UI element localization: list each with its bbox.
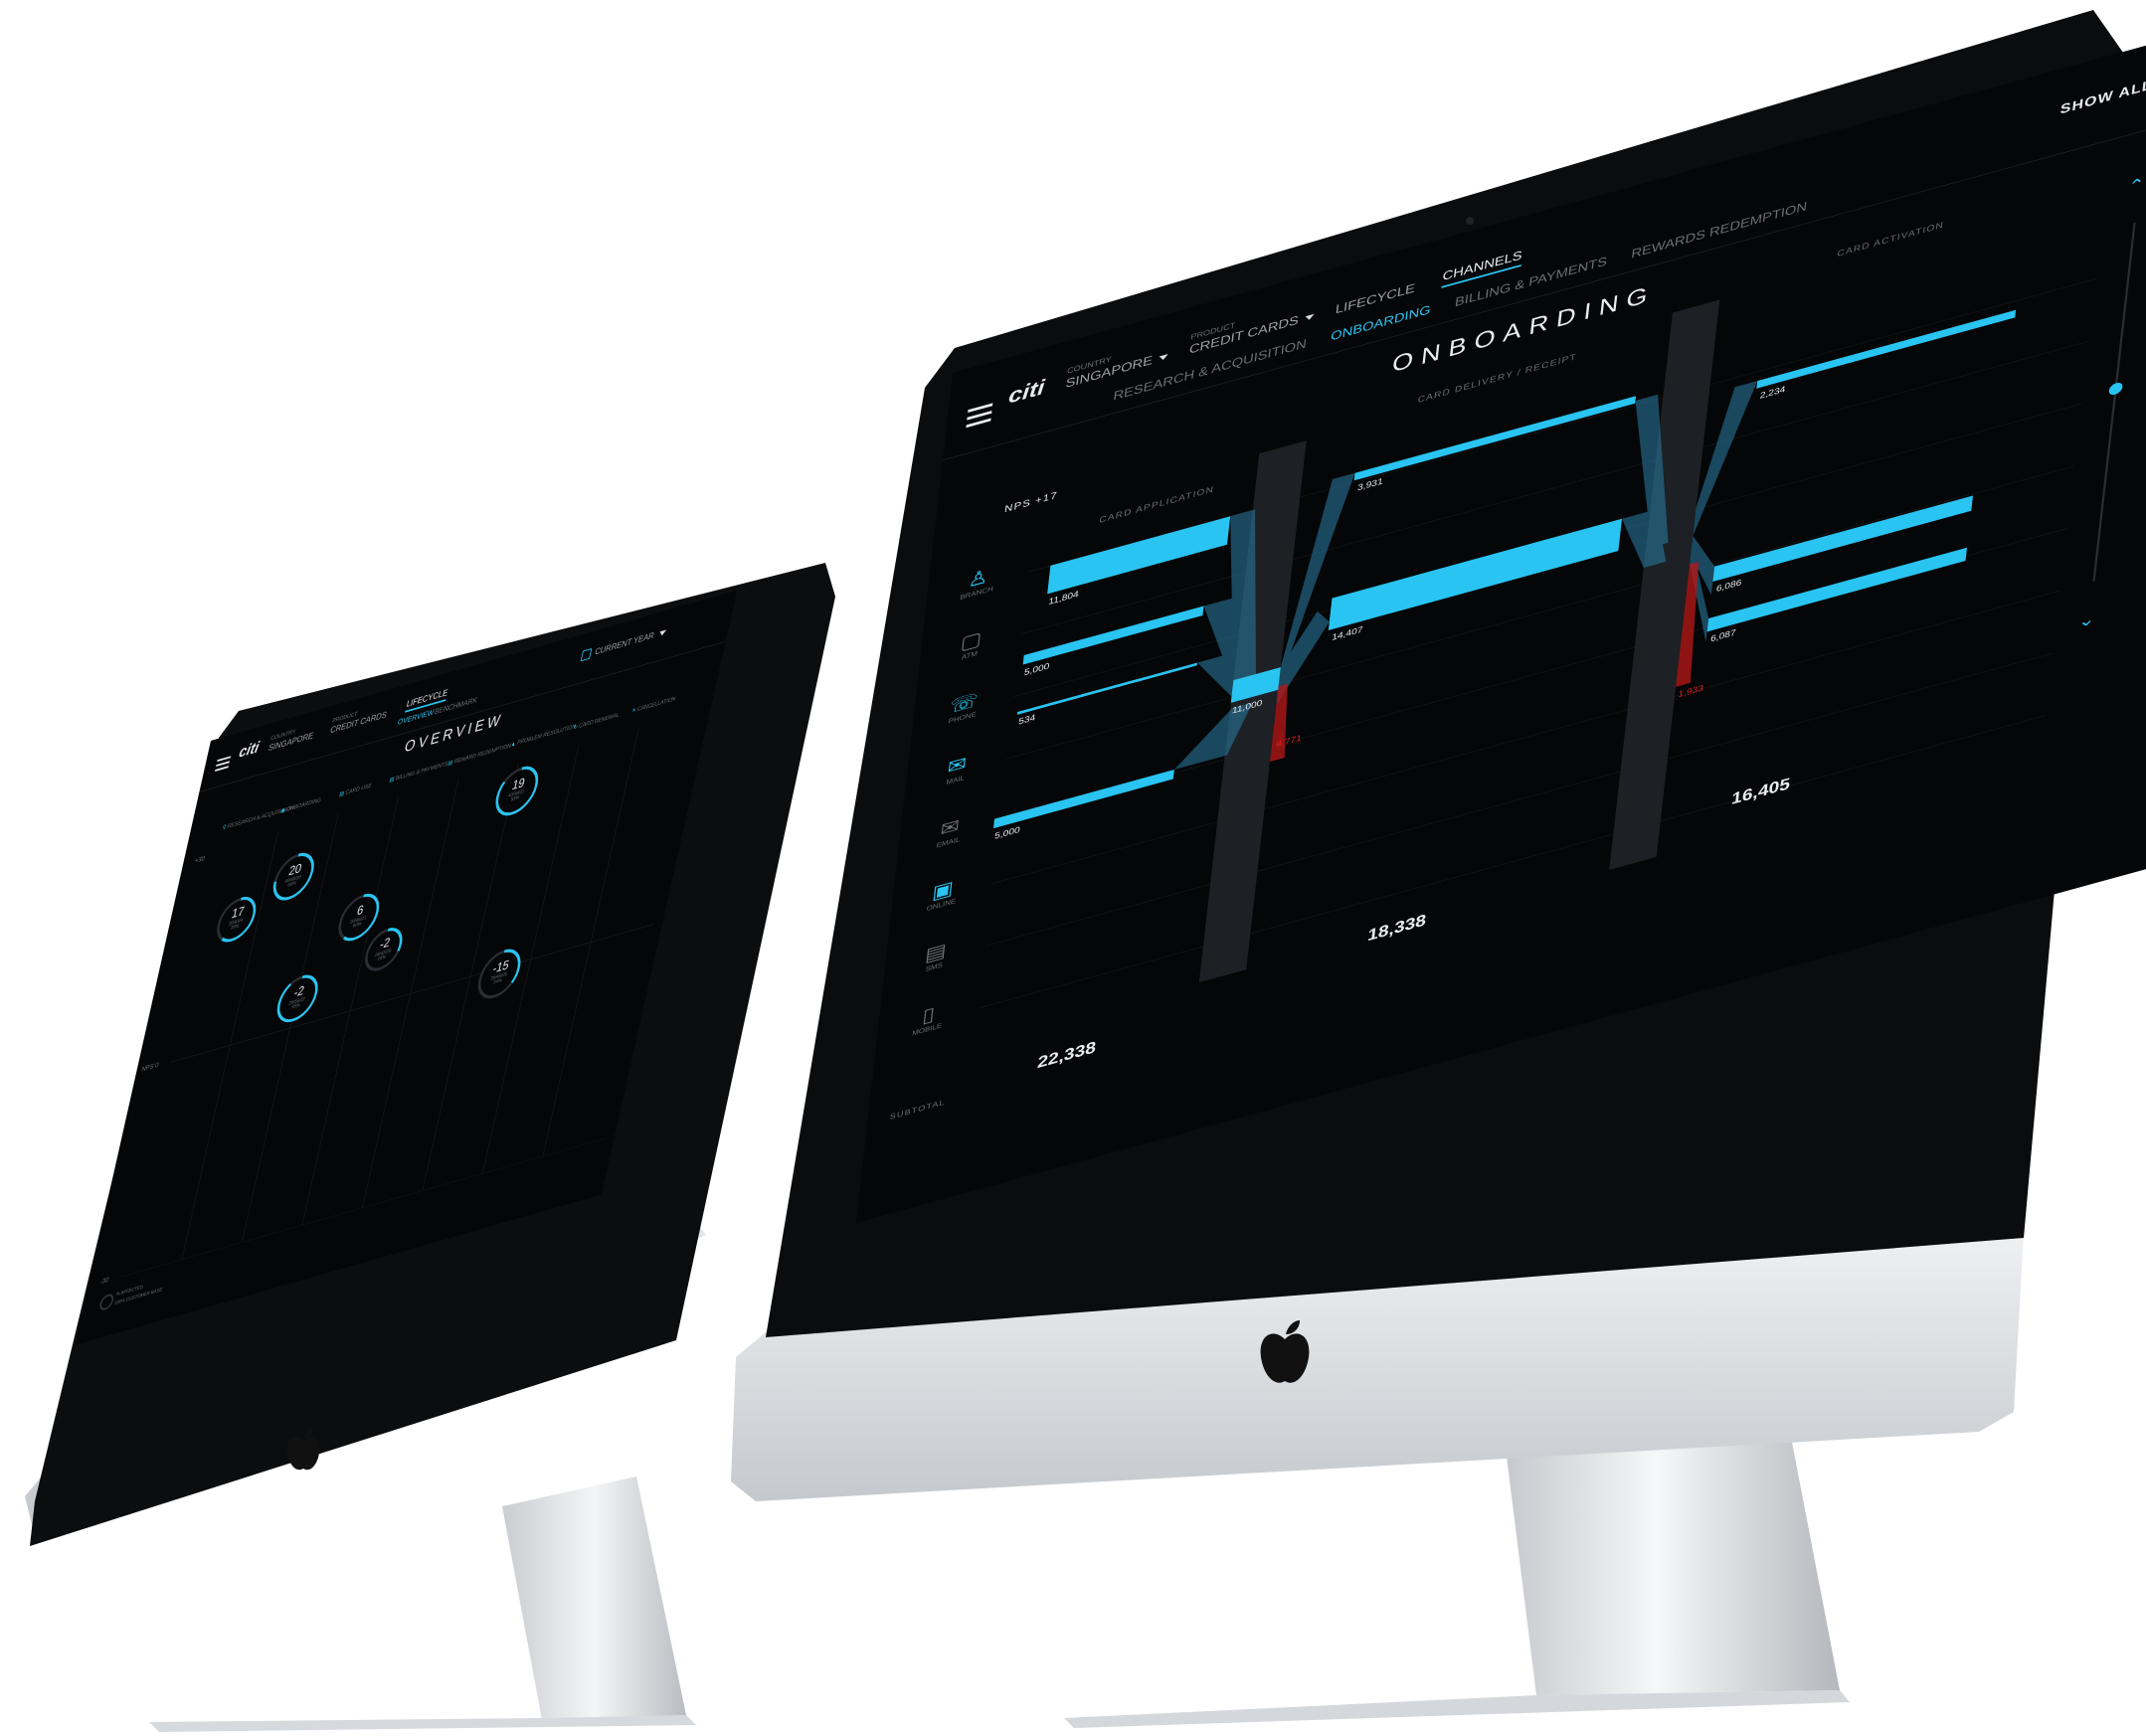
gate-column (1609, 299, 1720, 870)
bar-delivery-main (1328, 518, 1623, 630)
large-apple-logo (1255, 1317, 1315, 1389)
bar-act-branch (1756, 309, 2017, 389)
bar-app-phone (1022, 606, 1204, 665)
large-imac: citi COUNTRY SINGAPORE PRODUCT CREDIT CA… (0, 0, 2146, 1736)
bar-delivery-top (1353, 396, 1637, 481)
bar-app-branch (1047, 516, 1231, 595)
camera-dot (1466, 217, 1474, 225)
bar-app-online (992, 770, 1174, 829)
